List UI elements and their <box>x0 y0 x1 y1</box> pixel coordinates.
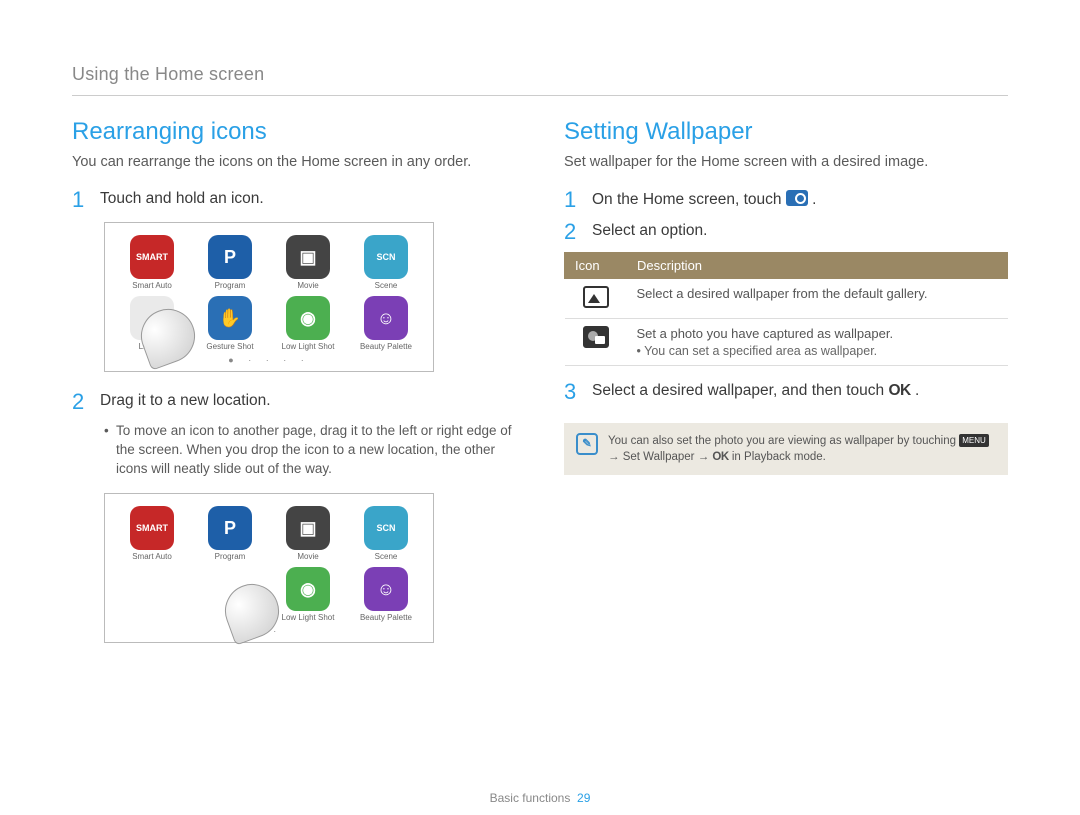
col-wallpaper: Setting Wallpaper Set wallpaper for the … <box>564 118 1008 661</box>
page-header: Using the Home screen <box>72 64 1008 85</box>
table-row: Set a photo you have captured as wallpap… <box>565 319 1008 366</box>
step-text-part: Select a desired wallpaper, and then tou… <box>592 382 888 399</box>
app-icon: ✋Gesture Shot <box>193 296 267 351</box>
step-number: 1 <box>564 188 582 212</box>
note-badge-icon: ✎ <box>576 433 598 455</box>
step-text-part: On the Home screen, touch <box>592 191 786 208</box>
step-number: 3 <box>564 380 582 404</box>
app-icon: ☺Beauty Palette <box>349 296 423 351</box>
th-description: Description <box>627 253 1008 279</box>
gallery-icon <box>583 286 609 308</box>
app-icon: ▣Movie <box>271 506 345 561</box>
step-text-part: . <box>915 382 919 399</box>
app-icon: ☺Beauty Palette <box>349 567 423 622</box>
step-1: 1 Touch and hold an icon. <box>72 188 516 212</box>
ok-icon: OK <box>888 382 910 399</box>
app-icon: ▣Movie <box>271 235 345 290</box>
step-number: 2 <box>564 220 582 244</box>
step-text: Drag it to a new location. <box>100 390 271 414</box>
heading-rearranging: Rearranging icons <box>72 118 516 146</box>
step-text: On the Home screen, touch . <box>592 188 816 212</box>
footer-section: Basic functions <box>490 791 571 805</box>
step-3-wallpaper: 3 Select a desired wallpaper, and then t… <box>564 380 1008 404</box>
step-number: 2 <box>72 390 90 414</box>
step-2: 2 Drag it to a new location. <box>72 390 516 414</box>
note-box: ✎ You can also set the photo you are vie… <box>564 423 1008 475</box>
col-rearranging: Rearranging icons You can rearrange the … <box>72 118 516 661</box>
icon-panel-after: SMARTSmart AutoPProgram▣MovieSCNScene Liv… <box>104 493 434 643</box>
page-footer: Basic functions 29 <box>0 791 1080 805</box>
app-icon: Live Pa <box>115 567 189 622</box>
app-icon: PProgram <box>193 506 267 561</box>
app-icon: SMARTSmart Auto <box>115 235 189 290</box>
note-text: You can also set the photo you are viewi… <box>608 433 996 465</box>
option-desc-text: Set a photo you have captured as wallpap… <box>637 326 894 341</box>
app-icon: ◉Low Light Shot <box>271 567 345 622</box>
options-table: Icon Description Select a desired wallpa… <box>564 252 1008 366</box>
step-2-notes: To move an icon to another page, drag it… <box>104 422 516 479</box>
app-icon: PProgram <box>193 235 267 290</box>
step-text: Select an option. <box>592 220 707 244</box>
table-row: Select a desired wallpaper from the defa… <box>565 279 1008 319</box>
divider <box>72 95 1008 96</box>
ok-icon: OK <box>712 451 728 463</box>
menu-icon: MENU <box>959 434 989 447</box>
heading-wallpaper: Setting Wallpaper <box>564 118 1008 146</box>
step-text: Touch and hold an icon. <box>100 188 264 212</box>
app-icon: ◉Low Light Shot <box>271 296 345 351</box>
option-desc: Select a desired wallpaper from the defa… <box>627 279 1008 319</box>
step-text-part: . <box>812 191 816 208</box>
app-icon: SCNScene <box>349 235 423 290</box>
step-text: Select a desired wallpaper, and then tou… <box>592 380 919 404</box>
icon-panel-before: SMARTSmart AutoPProgram▣MovieSCNSceneLiv… <box>104 222 434 372</box>
footer-page-number: 29 <box>577 791 590 805</box>
intro-wallpaper: Set wallpaper for the Home screen with a… <box>564 154 1008 170</box>
app-icon: SCNScene <box>349 506 423 561</box>
step-number: 1 <box>72 188 90 212</box>
step-2-wallpaper: 2 Select an option. <box>564 220 1008 244</box>
note-bold: Set Wallpaper <box>623 451 695 463</box>
step-2-bullet: To move an icon to another page, drag it… <box>104 422 516 479</box>
intro-rearranging: You can rearrange the icons on the Home … <box>72 154 516 170</box>
captured-photo-icon <box>583 326 609 348</box>
option-subnote: You can set a specified area as wallpape… <box>637 344 998 358</box>
app-icon: SMARTSmart Auto <box>115 506 189 561</box>
step-1-wallpaper: 1 On the Home screen, touch . <box>564 188 1008 212</box>
th-icon: Icon <box>565 253 627 279</box>
settings-icon <box>786 190 808 206</box>
option-desc: Set a photo you have captured as wallpap… <box>627 319 1008 366</box>
two-column-layout: Rearranging icons You can rearrange the … <box>72 118 1008 661</box>
